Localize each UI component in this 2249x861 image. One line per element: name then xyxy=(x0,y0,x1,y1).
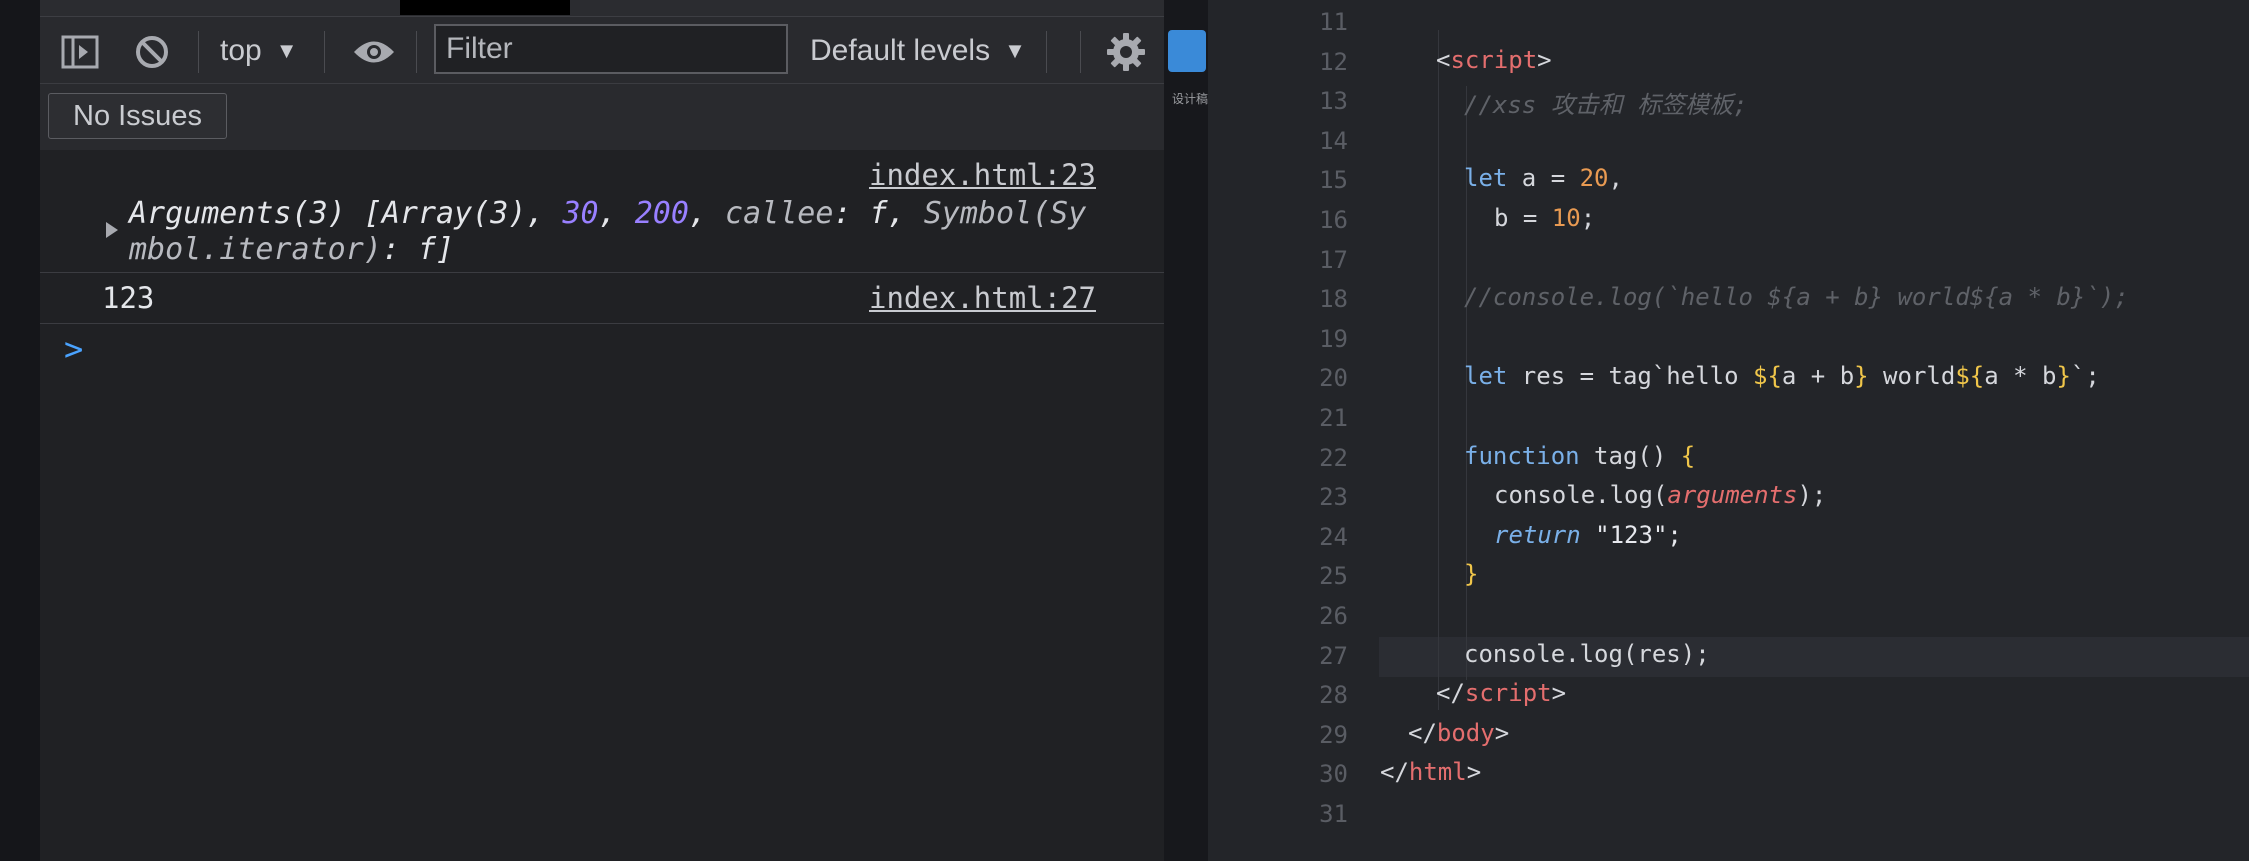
console-messages: index.html:23 Arguments(3) [Array(3), 30… xyxy=(40,150,1164,861)
line-number: 29 xyxy=(1319,721,1348,749)
line-number: 11 xyxy=(1319,8,1348,36)
console-toolbar: top ▼ Default levels ▼ xyxy=(40,17,1164,84)
code-line: let res = tag`hello ${a + b} world${a * … xyxy=(1464,362,2100,390)
line-number: 17 xyxy=(1319,246,1348,274)
gear-icon[interactable] xyxy=(1102,29,1150,75)
code-line: function tag() { xyxy=(1464,442,1696,470)
line-number: 12 xyxy=(1319,48,1348,76)
line-number: 23 xyxy=(1319,483,1348,511)
expand-triangle-icon[interactable] xyxy=(106,222,118,238)
toolbar-divider xyxy=(324,31,325,73)
code-line: </html> xyxy=(1380,758,1482,786)
console-message: index.html:23 Arguments(3) [Array(3), 30… xyxy=(40,150,1164,273)
chevron-down-icon: ▼ xyxy=(275,38,298,63)
eye-icon[interactable] xyxy=(346,32,402,72)
line-number: 22 xyxy=(1319,444,1348,472)
line-number: 24 xyxy=(1319,523,1348,551)
log-levels-dropdown[interactable]: Default levels ▼ xyxy=(810,31,1026,71)
source-link[interactable]: index.html:23 xyxy=(869,158,1096,192)
line-number: 15 xyxy=(1319,166,1348,194)
chevron-down-icon: ▼ xyxy=(1004,38,1026,63)
code-line: <script> xyxy=(1436,46,1552,74)
left-window-edge xyxy=(0,0,40,861)
code-line: //xss 攻击和 标签模板; xyxy=(1464,91,1748,119)
line-number: 26 xyxy=(1319,602,1348,630)
levels-label: Default levels xyxy=(810,34,991,67)
console-prompt-icon[interactable]: > xyxy=(64,330,83,368)
line-number: 25 xyxy=(1319,562,1348,590)
code-line: console.log(arguments); xyxy=(1494,481,1827,509)
arguments-object[interactable]: Arguments(3) [Array(3), 30, 200, callee:… xyxy=(129,196,1086,268)
code-line: let a = 20, xyxy=(1464,164,1623,192)
code-line: console.log(res); xyxy=(1464,640,1710,668)
line-number: 21 xyxy=(1319,404,1348,432)
source-link[interactable]: index.html:27 xyxy=(869,281,1096,315)
line-number: 19 xyxy=(1319,325,1348,353)
code-line: b = 10; xyxy=(1494,204,1596,232)
line-number: 18 xyxy=(1319,285,1348,313)
indent-guide xyxy=(1438,30,1439,710)
finder-strip: 设计稿 xyxy=(1164,0,1208,861)
filter-input[interactable] xyxy=(434,24,788,74)
line-number: 13 xyxy=(1319,87,1348,115)
code-line: </body> xyxy=(1408,719,1510,747)
tab-strip-edge xyxy=(40,0,1164,17)
toolbar-divider xyxy=(1046,31,1047,73)
folder-icon[interactable] xyxy=(1168,30,1206,72)
folder-label: 设计稿 xyxy=(1172,92,1209,106)
issues-bar: No Issues xyxy=(40,84,1164,151)
no-issues-button[interactable]: No Issues xyxy=(48,93,227,139)
context-label: top xyxy=(220,34,262,67)
redacted-region xyxy=(400,0,570,15)
line-number: 27 xyxy=(1319,642,1348,670)
devtools-console-panel: top ▼ Default levels ▼ xyxy=(40,0,1164,861)
console-message: 123 index.html:27 xyxy=(40,273,1164,324)
line-number: 28 xyxy=(1319,681,1348,709)
clear-console-icon[interactable] xyxy=(130,32,174,72)
code-line: </script> xyxy=(1436,679,1567,707)
toolbar-divider xyxy=(198,31,199,73)
toolbar-divider xyxy=(416,31,417,73)
context-selector[interactable]: top ▼ xyxy=(220,31,298,71)
line-number: 30 xyxy=(1319,760,1348,788)
code-line: //console.log(`hello ${a + b} world${a *… xyxy=(1464,283,2129,311)
line-number: 16 xyxy=(1319,206,1348,234)
line-number: 20 xyxy=(1319,364,1348,392)
line-number: 31 xyxy=(1319,800,1348,828)
code-line: } xyxy=(1464,560,1479,588)
code-editor[interactable]: 11 12 13 14 15 16 17 18 19 20 21 22 23 2… xyxy=(1208,0,2249,861)
sidebar-toggle-icon[interactable] xyxy=(58,32,102,72)
log-value: 123 xyxy=(102,281,155,315)
toolbar-divider xyxy=(1080,31,1081,73)
no-issues-label: No Issues xyxy=(73,99,202,132)
code-line: return "123"; xyxy=(1494,521,1682,549)
line-number: 14 xyxy=(1319,127,1348,155)
